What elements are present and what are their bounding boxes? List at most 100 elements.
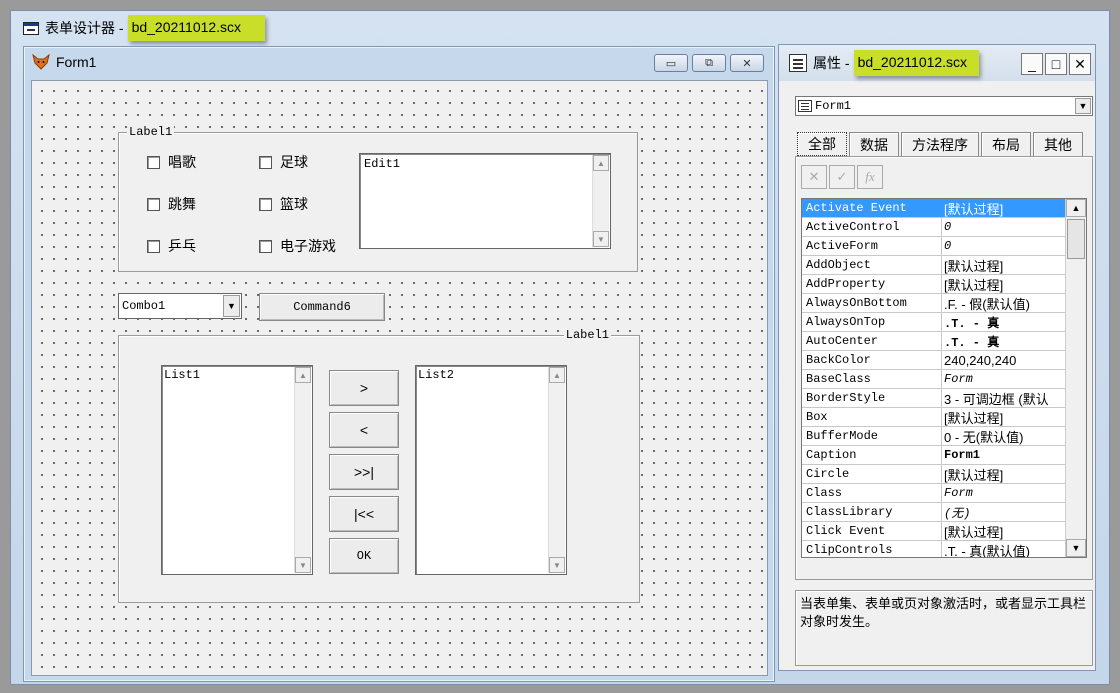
checkbox-box[interactable] [259,197,272,211]
list1-label: List1 [164,368,201,382]
object-selector-value: Form1 [815,99,852,113]
property-row[interactable]: Caption Form1 [802,446,1066,465]
command6-button[interactable]: Command6 [259,293,385,321]
property-row[interactable]: BorderStyle 3 - 可调边框 (默认 [802,389,1066,408]
scroll-up-icon[interactable]: ▲ [549,367,565,383]
property-row[interactable]: Click Event [默认过程] [802,522,1066,541]
form1-title: Form1 [56,54,97,70]
checkbox-label: 篮球 [280,196,308,212]
group-label: Label1 [563,328,611,342]
scroll-down-icon[interactable]: ▼ [1066,539,1086,557]
checkbox-group[interactable]: Label1 唱歌 足球 跳舞 篮球 乒乓 电子游戏 Edit1 ▲ ▼ [118,125,638,272]
form-canvas[interactable]: Label1 唱歌 足球 跳舞 篮球 乒乓 电子游戏 Edit1 ▲ ▼ Com… [31,80,768,676]
checkbox-label: 跳舞 [168,196,196,212]
function-icon[interactable]: fx [857,165,883,189]
minimize-icon[interactable]: _ [1021,53,1043,75]
checkbox-label: 乒乓 [168,238,196,254]
property-row[interactable]: BufferMode 0 - 无(默认值) [802,427,1066,446]
checkbox-sing[interactable]: 唱歌 [147,152,196,172]
ok-button[interactable]: OK [329,538,399,574]
property-row[interactable]: Class Form [802,484,1066,503]
checkbox-box[interactable] [147,197,160,211]
chevron-down-icon[interactable]: ▼ [223,295,240,317]
restore-button[interactable]: ⧉ [692,54,726,72]
main-titlebar: 表单设计器 - bd_20211012.scx [11,11,1109,45]
property-row[interactable]: AutoCenter .T. - 真 [802,332,1066,351]
checkbox-label: 唱歌 [168,154,196,170]
property-row[interactable]: AddObject [默认过程] [802,256,1066,275]
tab-data[interactable]: 数据 [849,132,899,156]
scrollbar-thumb[interactable] [1067,219,1085,259]
property-row[interactable]: BackColor 240,240,240 [802,351,1066,370]
property-row[interactable]: Box [默认过程] [802,408,1066,427]
fox-icon [32,54,50,70]
property-row[interactable]: ClipControls .T. - 真(默认值) [802,541,1066,557]
move-all-right-button[interactable]: >>| [329,454,399,490]
tab-layout[interactable]: 布局 [981,132,1031,156]
list1-scrollbar[interactable]: ▲ ▼ [294,367,311,573]
property-row[interactable]: ClassLibrary (无) [802,503,1066,522]
checkbox-football[interactable]: 足球 [259,152,308,172]
form1-titlebar[interactable]: Form1 ▭ ⧉ ✕ [24,47,774,77]
scroll-down-icon[interactable]: ▼ [549,557,565,573]
property-grid-scrollbar[interactable]: ▲ ▼ [1065,199,1086,557]
property-row[interactable]: Activate Event [默认过程] [802,199,1066,218]
property-row[interactable]: ActiveForm 0 [802,237,1066,256]
scroll-up-icon[interactable]: ▲ [295,367,311,383]
checkbox-label: 足球 [280,154,308,170]
edit-scrollbar[interactable]: ▲ ▼ [592,155,609,247]
list2-box[interactable]: List2 ▲ ▼ [415,365,567,575]
main-title-filename: bd_20211012.scx [127,15,266,41]
property-row[interactable]: ActiveControl 0 [802,218,1066,237]
scroll-down-icon[interactable]: ▼ [593,231,609,247]
property-row[interactable]: AlwaysOnBottom .F. - 假(默认值) [802,294,1066,313]
checkbox-label: 电子游戏 [280,238,336,254]
scroll-up-icon[interactable]: ▲ [1066,199,1086,217]
move-right-button[interactable]: > [329,370,399,406]
combo-box[interactable]: Combo1 ▼ [118,293,242,319]
move-left-button[interactable]: < [329,412,399,448]
group-label: Label1 [127,125,175,139]
property-row[interactable]: AddProperty [默认过程] [802,275,1066,294]
list2-scrollbar[interactable]: ▲ ▼ [548,367,565,573]
tab-other[interactable]: 其他 [1033,132,1083,156]
checkbox-video-games[interactable]: 电子游戏 [259,236,336,256]
form-object-icon [798,100,812,112]
property-grid[interactable]: Activate Event [默认过程] ActiveControl 0 Acti… [801,198,1087,558]
edit-box[interactable]: Edit1 ▲ ▼ [359,153,611,249]
properties-title-filename: bd_20211012.scx [853,50,980,76]
cancel-icon[interactable]: ✕ [801,165,827,189]
scroll-down-icon[interactable]: ▼ [295,557,311,573]
close-icon: ✕ [742,57,752,70]
checkbox-box[interactable] [147,155,160,169]
property-row[interactable]: AlwaysOnTop .T. - 真 [802,313,1066,332]
chevron-down-icon[interactable]: ▼ [1075,98,1091,114]
checkbox-box[interactable] [147,239,160,253]
list-group[interactable]: Label1 List1 ▲ ▼ > < >>| |<< OK List2 ▲ [118,328,640,603]
property-toolbar: ✕ ✓ fx [801,165,883,189]
checkbox-box[interactable] [259,239,272,253]
scroll-up-icon[interactable]: ▲ [593,155,609,171]
properties-title-prefix: 属性 - [813,55,850,71]
checkbox-pingpong[interactable]: 乒乓 [147,236,196,256]
tab-methods[interactable]: 方法程序 [901,132,979,156]
list1-box[interactable]: List1 ▲ ▼ [161,365,313,575]
combo-label: Combo1 [122,299,166,313]
properties-tabs: 全部 数据 方法程序 布局 其他 [797,132,1085,156]
maximize-icon[interactable]: □ [1045,53,1067,75]
property-row[interactable]: Circle [默认过程] [802,465,1066,484]
properties-titlebar[interactable]: 属性 - bd_20211012.scx _ □ ✕ [779,45,1095,81]
minimize-button[interactable]: ▭ [654,54,688,72]
close-icon[interactable]: ✕ [1069,53,1091,75]
close-button[interactable]: ✕ [730,54,764,72]
property-description: 当表单集、表单或页对象激活时，或者显示工具栏对象时发生。 [795,590,1093,666]
move-all-left-button[interactable]: |<< [329,496,399,532]
restore-icon: ⧉ [705,56,713,69]
checkbox-box[interactable] [259,155,272,169]
checkbox-dance[interactable]: 跳舞 [147,194,196,214]
checkbox-basketball[interactable]: 篮球 [259,194,308,214]
property-row[interactable]: BaseClass Form [802,370,1066,389]
tab-all[interactable]: 全部 [797,132,847,156]
accept-icon[interactable]: ✓ [829,165,855,189]
object-selector[interactable]: Form1 ▼ [795,96,1093,116]
